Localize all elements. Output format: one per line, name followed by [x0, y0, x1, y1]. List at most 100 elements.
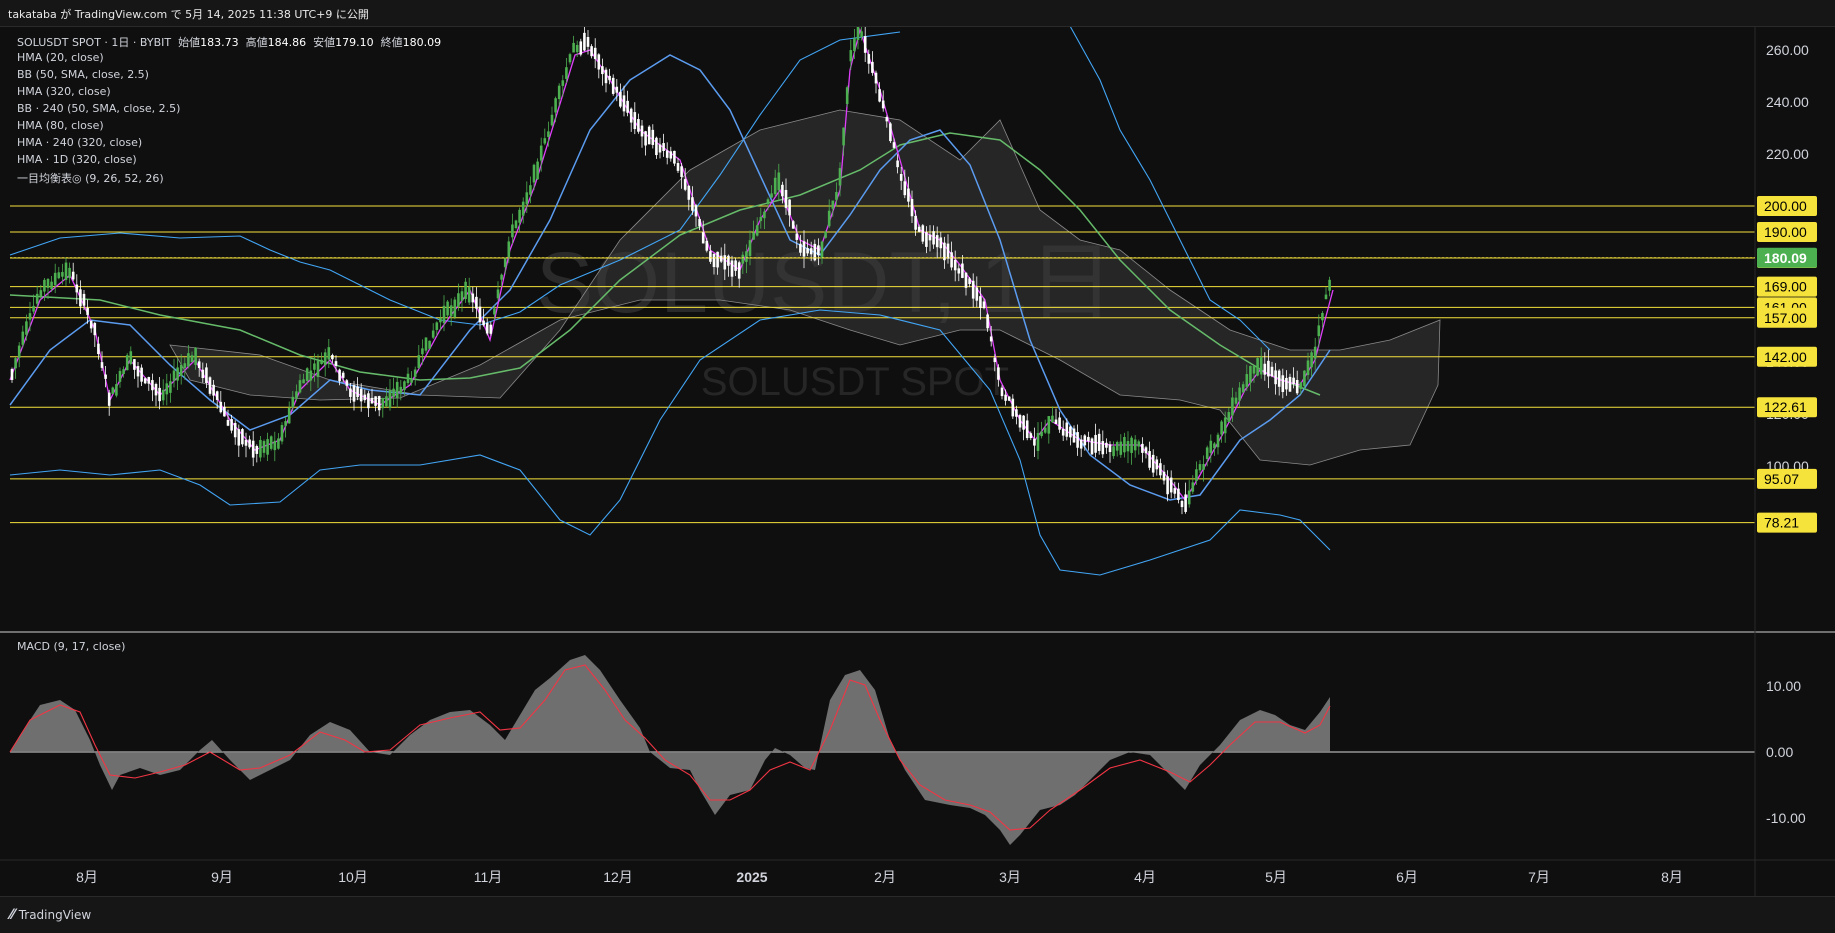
candle-body	[593, 47, 597, 59]
watermark-sub: SOLUSDT SPOT	[701, 360, 1009, 404]
candle-body	[1058, 417, 1061, 430]
candle-body	[521, 201, 525, 216]
candle-body	[165, 383, 169, 395]
open-label: 始値	[178, 36, 201, 49]
candle-body	[323, 352, 327, 366]
indicator-legend-item[interactable]: HMA · 240 (320, close)	[17, 136, 142, 149]
candle-body	[500, 274, 503, 280]
candle-body	[345, 380, 349, 386]
candle-body	[1097, 433, 1101, 451]
level-badge-label: 122.61	[1764, 399, 1807, 415]
symbol-legend[interactable]: SOLUSDT SPOT · 1日 · BYBIT 始値183.73 高値184…	[17, 34, 441, 50]
candle-body	[993, 357, 997, 363]
candle-body	[881, 100, 885, 109]
candle-body	[61, 272, 64, 277]
candle-body	[511, 224, 514, 238]
candle-body	[1285, 377, 1288, 390]
candle-body	[626, 100, 629, 113]
candle-body	[676, 163, 680, 171]
candle-body	[953, 259, 957, 271]
candle-body	[503, 258, 507, 268]
tradingview-logo[interactable]: ⁄⁄ TradingView	[10, 907, 91, 923]
indicator-legend-item[interactable]: HMA · 1D (320, close)	[17, 153, 137, 166]
candle-body	[53, 272, 57, 286]
candle-body	[269, 436, 273, 449]
candle-body	[802, 241, 806, 257]
candle-body	[662, 143, 665, 151]
candle-body	[1162, 471, 1166, 481]
candle-body	[899, 173, 903, 181]
indicator-legend-item[interactable]: HMA (320, close)	[17, 85, 111, 98]
candle-body	[1115, 442, 1119, 451]
candle-body	[572, 42, 575, 53]
candle-body	[140, 367, 143, 382]
candle-body	[946, 243, 950, 259]
candle-body	[665, 150, 669, 158]
candle-body	[1177, 488, 1180, 501]
chart-canvas[interactable]: SOLUSDT, 1日 SOLUSDT SPOT 100.00120.00140…	[0, 0, 1835, 932]
candle-body	[950, 252, 953, 268]
candle-body	[197, 361, 201, 368]
candle-body	[532, 164, 536, 183]
candle-body	[989, 336, 993, 342]
candle-body	[111, 387, 115, 394]
candle-body	[1213, 443, 1216, 449]
candle-body	[1234, 397, 1238, 404]
candle-body	[910, 198, 914, 217]
candle-body	[1263, 363, 1267, 375]
indicator-legend-item[interactable]: BB · 240 (50, SMA, close, 2.5)	[17, 102, 180, 115]
candle-body	[1252, 366, 1256, 374]
candle-body	[766, 199, 770, 205]
candle-body	[50, 281, 53, 290]
candle-body	[1108, 444, 1112, 453]
candle-body	[1123, 437, 1126, 453]
time-tick-label: 5月	[1265, 869, 1287, 885]
candle-body	[1133, 439, 1137, 451]
candle-body	[352, 385, 356, 402]
candle-body	[644, 131, 647, 146]
candle-body	[1159, 463, 1162, 476]
candle-body	[1015, 409, 1018, 417]
candle-body	[745, 251, 748, 262]
candle-body	[1043, 427, 1047, 433]
candle-body	[493, 308, 496, 315]
candle-body	[914, 215, 917, 230]
candle-body	[457, 293, 460, 307]
candle-body	[795, 233, 799, 240]
candle-body	[118, 370, 122, 382]
candle-body	[410, 378, 413, 383]
candle-body	[1220, 421, 1223, 435]
indicator-legend-item[interactable]: 一目均衡表◎ (9, 26, 52, 26)	[17, 170, 164, 186]
candle-body	[755, 225, 759, 236]
candle-body	[320, 359, 323, 365]
time-tick-label: 2月	[874, 869, 896, 885]
candle-body	[777, 172, 781, 191]
candle-body	[1137, 441, 1141, 447]
candle-body	[1324, 294, 1328, 300]
candle-body	[1281, 375, 1285, 393]
macd-legend[interactable]: MACD (9, 17, close)	[17, 640, 125, 653]
candle-body	[705, 240, 709, 251]
candle-body	[903, 181, 907, 196]
candle-body	[809, 248, 813, 255]
candle-body	[316, 361, 320, 377]
candle-body	[1216, 434, 1220, 448]
indicator-legend-item[interactable]: HMA (20, close)	[17, 51, 104, 64]
candle-body	[827, 210, 831, 227]
candle-body	[1328, 279, 1331, 291]
candle-body	[1047, 416, 1051, 434]
candle-body	[97, 343, 100, 355]
macd-axis[interactable]: 10.00 0.00 -10.00	[1766, 678, 1806, 826]
candle-body	[233, 423, 237, 438]
candle-body	[507, 241, 511, 258]
low-value: 179.10	[335, 36, 374, 49]
candle-body	[104, 374, 107, 379]
time-tick-label: 8月	[76, 869, 98, 885]
indicator-legend-item[interactable]: HMA (80, close)	[17, 119, 104, 132]
candle-body	[1130, 437, 1133, 453]
indicator-legend-item[interactable]: BB (50, SMA, close, 2.5)	[17, 68, 149, 81]
candle-body	[597, 54, 601, 70]
candle-body	[1238, 387, 1241, 401]
candle-body	[1083, 435, 1087, 446]
candle-body	[863, 36, 867, 53]
